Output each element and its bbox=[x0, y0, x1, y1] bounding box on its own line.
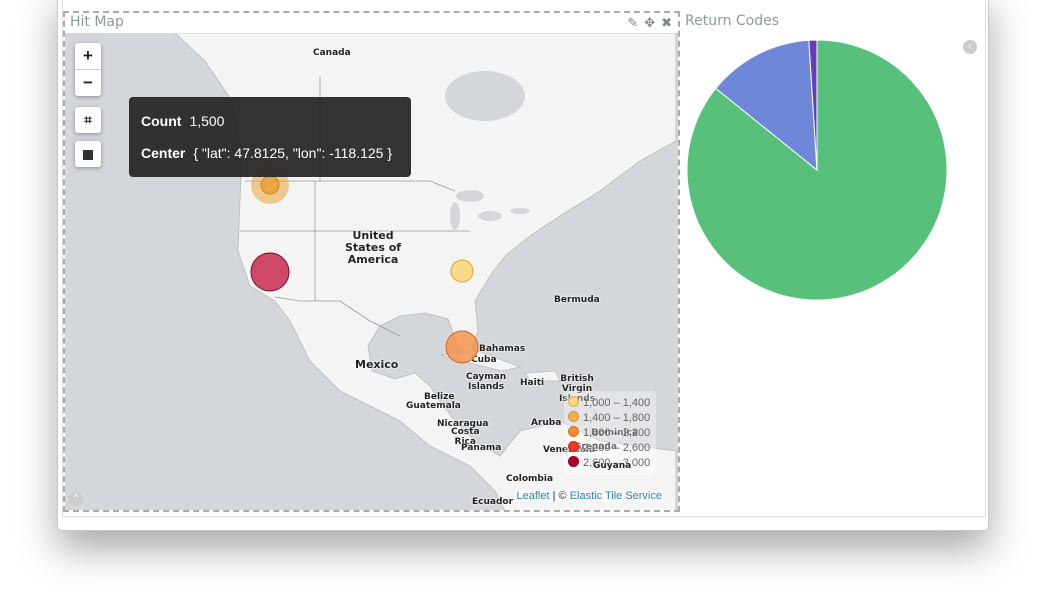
label-guyana: Guyana bbox=[593, 461, 632, 471]
legend-item: 1,000 – 1,400 bbox=[564, 396, 656, 411]
tooltip-center-value: { "lat": 47.8125, "lon": -118.125 } bbox=[193, 145, 393, 161]
hit-point[interactable] bbox=[250, 252, 290, 292]
crop-button[interactable]: ⌗ bbox=[75, 107, 101, 133]
return-codes-pie bbox=[686, 39, 948, 301]
move-icon[interactable]: ✥ bbox=[644, 15, 655, 30]
panel-actions: ✎ ✥ ✖ bbox=[621, 15, 672, 31]
legend-label: 1,800 – 2,200 bbox=[583, 427, 651, 439]
tooltip-count-value: 1,500 bbox=[189, 113, 225, 129]
legend-swatch bbox=[568, 441, 579, 452]
legend-swatch bbox=[568, 426, 579, 437]
chevron-up-circle-icon[interactable]: ^ bbox=[69, 492, 83, 506]
legend-swatch bbox=[568, 456, 579, 467]
hit-point[interactable] bbox=[445, 330, 479, 364]
legend-swatch bbox=[568, 411, 579, 422]
draw-rectangle-button[interactable] bbox=[75, 141, 101, 167]
square-icon bbox=[75, 141, 101, 167]
map-tooltip: Count 1,500 Center { "lat": 47.8125, "lon"… bbox=[129, 97, 411, 177]
legend-item: 1,800 – 2,200 bbox=[564, 426, 656, 441]
map[interactable]: Canada United States of America Mexico B… bbox=[65, 33, 678, 510]
legend-item: 1,400 – 1,800 bbox=[564, 411, 656, 426]
elastic-tile-service-link[interactable]: Elastic Tile Service bbox=[570, 490, 662, 502]
close-icon[interactable]: ✖ bbox=[661, 15, 672, 30]
legend-item: 2,200 – 2,600 bbox=[564, 441, 656, 456]
zoom-control: + − bbox=[75, 43, 101, 96]
panel-title: Hit Map bbox=[70, 14, 124, 30]
attribution-separator: | © bbox=[549, 490, 570, 502]
hit-point[interactable] bbox=[260, 175, 280, 195]
map-attribution: Leaflet | © Elastic Tile Service bbox=[514, 490, 664, 502]
crop-icon: ⌗ bbox=[84, 112, 92, 127]
zoom-out-button[interactable]: − bbox=[75, 70, 101, 96]
legend-swatch bbox=[568, 396, 579, 407]
legend-label: 2,200 – 2,600 bbox=[583, 442, 651, 454]
tooltip-center-label: Center bbox=[141, 145, 186, 161]
pencil-icon[interactable]: ✎ bbox=[627, 15, 638, 30]
legend-label: 1,400 – 1,800 bbox=[583, 412, 651, 424]
hit-point[interactable] bbox=[450, 259, 474, 283]
legend-label: 1,000 – 1,400 bbox=[583, 397, 651, 409]
hit-map-panel: Hit Map ✎ ✥ ✖ Canada United States of Amer… bbox=[63, 11, 680, 512]
tooltip-count-label: Count bbox=[141, 113, 182, 129]
zoom-in-button[interactable]: + bbox=[75, 43, 101, 70]
leaflet-link[interactable]: Leaflet bbox=[517, 490, 550, 502]
pie-panel-title: Return Codes bbox=[685, 13, 780, 29]
chevron-left-circle-icon[interactable]: ‹ bbox=[963, 40, 977, 54]
